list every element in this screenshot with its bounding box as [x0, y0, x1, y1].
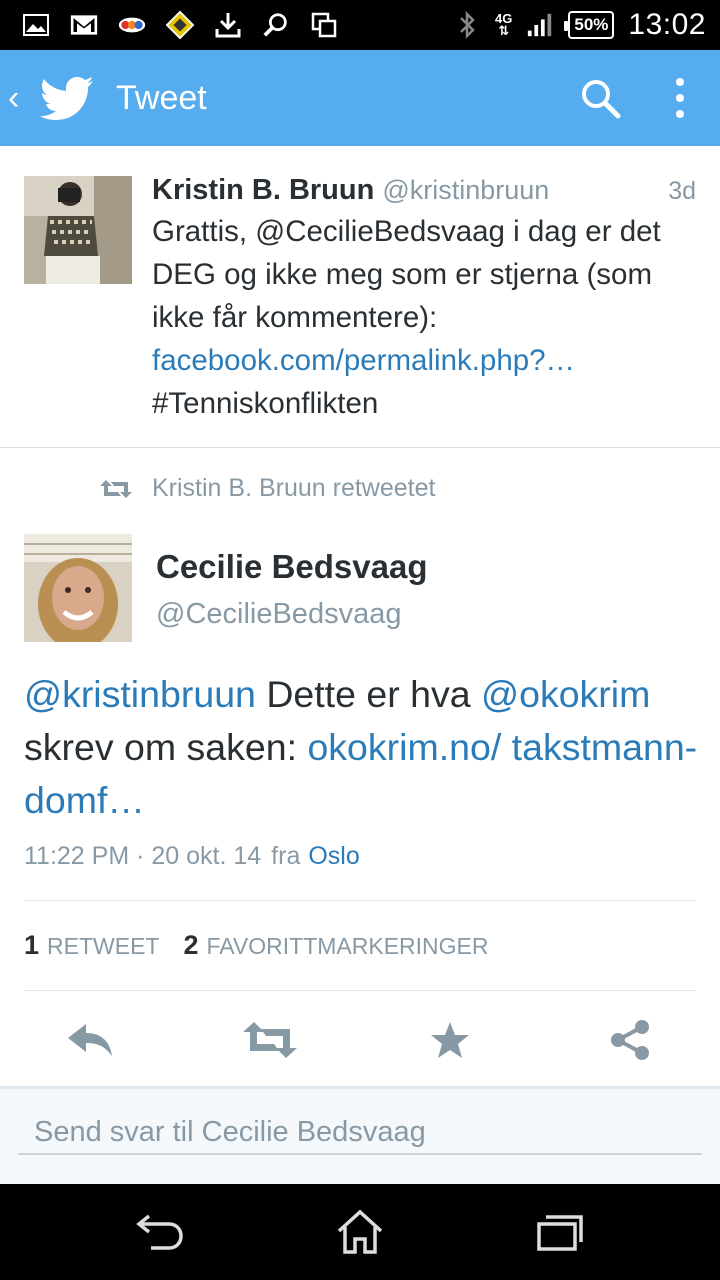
tweet-timestamp: 11:22 PM · 20 okt. 14 — [24, 842, 262, 870]
reply-input[interactable] — [18, 1115, 702, 1149]
tweet-time: 3d — [668, 177, 696, 205]
network-type: 4G ⇅ — [495, 11, 513, 38]
retweet-icon[interactable] — [240, 1014, 300, 1066]
retweet-count[interactable]: 1 — [24, 930, 39, 961]
overflow-menu-icon[interactable] — [640, 58, 720, 138]
app-badge-icon — [166, 10, 194, 40]
tweet-metadata: 11:22 PM · 20 okt. 14 fra Oslo — [24, 842, 360, 871]
gmail-icon — [70, 11, 98, 39]
favorite-star-icon[interactable] — [420, 1014, 480, 1066]
tweet-text: @kristinbruun Dette er hva @okokrim skre… — [24, 673, 698, 821]
divider — [24, 990, 696, 991]
bluetooth-icon — [453, 10, 481, 40]
retweet-count-label[interactable]: RETWEET — [47, 933, 159, 960]
reply-composer — [0, 1086, 720, 1184]
home-icon[interactable] — [330, 1204, 390, 1260]
retweet-icon — [100, 479, 132, 498]
author-handle[interactable]: @kristinbruun — [382, 175, 549, 206]
avatar[interactable] — [24, 176, 132, 284]
tweet-stats: 1 RETWEET 2 FAVORITTMARKERINGER — [24, 930, 489, 961]
signal-icon — [526, 11, 554, 39]
twitter-bird-icon[interactable] — [40, 76, 94, 120]
mention[interactable]: @okokrim — [481, 673, 650, 715]
author-name[interactable]: Cecilie Bedsvaag — [156, 548, 427, 586]
search-icon[interactable] — [560, 58, 640, 138]
battery-indicator: 50% — [564, 11, 615, 39]
tweet-link[interactable]: facebook.com/permalink.php?… — [152, 344, 575, 377]
fmt-icon — [118, 11, 146, 39]
status-bar: 4G ⇅ 50% 13:02 — [0, 0, 720, 50]
reply-box[interactable] — [18, 1111, 702, 1155]
retweet-context: Kristin B. Bruun retweetet — [100, 474, 435, 503]
parent-tweet[interactable]: Kristin B. Bruun @kristinbruun 3d Gratti… — [0, 146, 720, 448]
screen-title: Tweet — [116, 78, 207, 117]
retweet-context-label: Kristin B. Bruun retweetet — [152, 474, 436, 502]
avatar[interactable] — [24, 534, 132, 642]
share-icon[interactable] — [600, 1014, 660, 1066]
back-chevron-icon[interactable]: ‹ — [8, 81, 28, 115]
search-notification-icon — [262, 11, 290, 39]
location-prefix: fra — [271, 842, 301, 870]
tweet-actions — [0, 1000, 720, 1086]
back-icon[interactable] — [130, 1204, 190, 1260]
mention[interactable]: @kristinbruun — [24, 673, 256, 715]
gallery-icon — [22, 11, 50, 39]
tweet-location[interactable]: Oslo — [308, 842, 359, 871]
author-name[interactable]: Kristin B. Bruun — [152, 174, 374, 207]
tweet-text: Grattis, @CecilieBedsvaag i dag er det D… — [152, 215, 661, 420]
hashtag[interactable]: #Tenniskonflikten — [152, 387, 378, 420]
clock: 13:02 — [628, 8, 706, 41]
favorite-count[interactable]: 2 — [183, 930, 198, 961]
author-handle[interactable]: @CecilieBedsvaag — [156, 598, 401, 631]
recent-apps-icon[interactable] — [530, 1204, 590, 1260]
divider — [24, 900, 696, 901]
favorite-count-label[interactable]: FAVORITTMARKERINGER — [207, 933, 489, 960]
system-navigation-bar — [0, 1184, 720, 1280]
reply-icon[interactable] — [60, 1014, 120, 1066]
app-bar: ‹ Tweet — [0, 50, 720, 146]
screen-icon — [310, 11, 338, 39]
download-icon — [214, 11, 242, 39]
